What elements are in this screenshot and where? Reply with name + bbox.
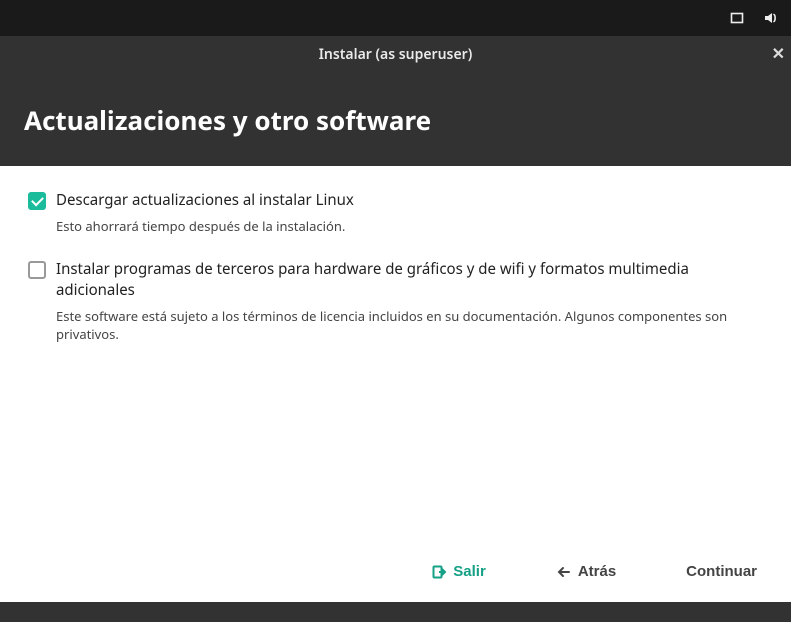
option-description: Esto ahorrará tiempo después de la insta… xyxy=(56,217,763,235)
back-button[interactable]: Atrás xyxy=(556,563,616,580)
volume-icon[interactable] xyxy=(763,10,779,26)
top-panel xyxy=(0,0,791,36)
continue-label: Continuar xyxy=(686,563,757,580)
option-label[interactable]: Descargar actualizaciones al instalar Li… xyxy=(56,190,354,211)
bottom-strip xyxy=(0,602,791,622)
option-description: Este software está sujeto a los términos… xyxy=(56,307,763,343)
option-third-party: Instalar programas de terceros para hard… xyxy=(28,259,763,343)
page-header: Actualizaciones y otro software xyxy=(0,72,791,166)
window-title: Instalar (as superuser) xyxy=(319,45,473,64)
exit-icon xyxy=(431,564,447,580)
arrow-left-icon xyxy=(556,564,572,580)
continue-button[interactable]: Continuar xyxy=(686,563,757,580)
back-label: Atrás xyxy=(578,563,616,580)
button-bar: Salir Atrás Continuar xyxy=(28,553,763,584)
title-bar: Instalar (as superuser) ✕ xyxy=(0,36,791,72)
window-restore-icon[interactable] xyxy=(729,10,745,26)
quit-button[interactable]: Salir xyxy=(431,563,486,580)
option-download-updates: Descargar actualizaciones al instalar Li… xyxy=(28,190,763,235)
page-title: Actualizaciones y otro software xyxy=(24,102,767,138)
content-area: Descargar actualizaciones al instalar Li… xyxy=(0,166,791,602)
quit-label: Salir xyxy=(453,563,486,580)
checkbox-third-party[interactable] xyxy=(28,261,46,279)
close-icon[interactable]: ✕ xyxy=(772,42,785,64)
option-label[interactable]: Instalar programas de terceros para hard… xyxy=(56,259,763,301)
checkbox-download-updates[interactable] xyxy=(28,192,46,210)
